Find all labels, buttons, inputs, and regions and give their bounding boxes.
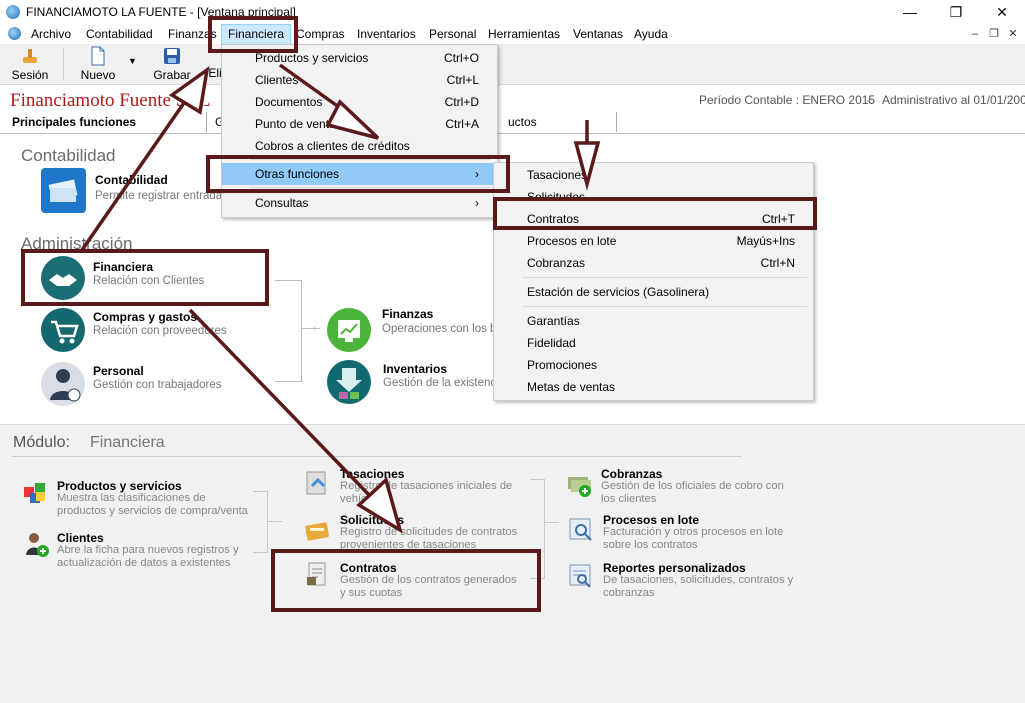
annotation-arrowhead-menu — [325, 99, 380, 140]
annotation-arrowhead-up — [168, 66, 210, 115]
annotation-arrowhead-down — [573, 141, 601, 191]
annotation-arrowhead-long — [356, 476, 403, 534]
annotation-arrows — [80, 63, 601, 534]
annotation-arrow-up — [80, 86, 197, 251]
annotation-arrow-long — [188, 308, 374, 500]
